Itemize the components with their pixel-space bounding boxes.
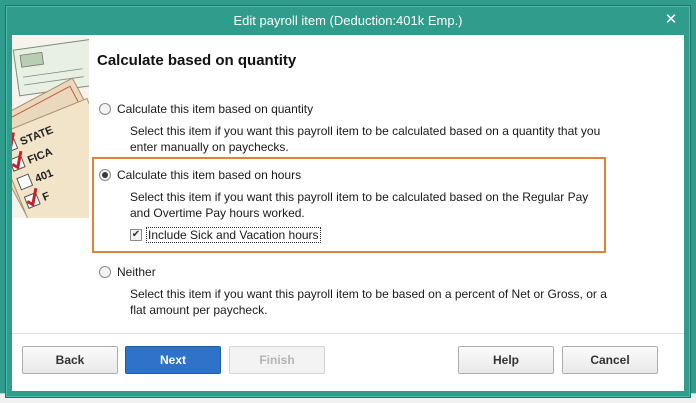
option-hours-description: Select this item if you want this payrol… [130,190,589,220]
next-button[interactable]: Next [125,346,221,374]
option-quantity-description: Select this item if you want this payrol… [130,124,601,154]
radio-hours[interactable] [99,169,111,181]
window-title: Edit payroll item (Deduction:401k Emp.) [233,13,463,28]
radio-quantity[interactable] [99,103,111,115]
title-bar: Edit payroll item (Deduction:401k Emp.) … [6,6,690,35]
finish-button[interactable]: Finish [229,346,325,374]
option-neither-label[interactable]: Neither [117,265,156,279]
back-button[interactable]: Back [22,346,118,374]
close-icon[interactable]: ✕ [662,11,680,29]
dialog-window: Edit payroll item (Deduction:401k Emp.) … [5,5,691,398]
option-hours[interactable]: Calculate this item based on hours [99,168,301,182]
payroll-forms-illustration: STATE FICA 401 F [12,37,89,218]
include-sick-vacation-checkbox[interactable]: ✔ [130,229,142,241]
option-quantity[interactable]: Calculate this item based on quantity [99,102,313,116]
include-sick-vacation-label[interactable]: Include Sick and Vacation hours [146,227,321,243]
option-neither[interactable]: Neither [99,265,156,279]
include-sick-vacation-row[interactable]: ✔ Include Sick and Vacation hours [130,227,321,243]
page-heading: Calculate based on quantity [97,52,297,69]
button-separator [12,333,684,334]
option-hours-label[interactable]: Calculate this item based on hours [117,168,301,182]
help-button[interactable]: Help [458,346,554,374]
option-neither-description: Select this item if you want this payrol… [130,287,607,317]
option-quantity-label[interactable]: Calculate this item based on quantity [117,102,313,116]
dialog-body: STATE FICA 401 F Calculate based on quan… [12,35,684,391]
radio-neither[interactable] [99,266,111,278]
cancel-button[interactable]: Cancel [562,346,658,374]
